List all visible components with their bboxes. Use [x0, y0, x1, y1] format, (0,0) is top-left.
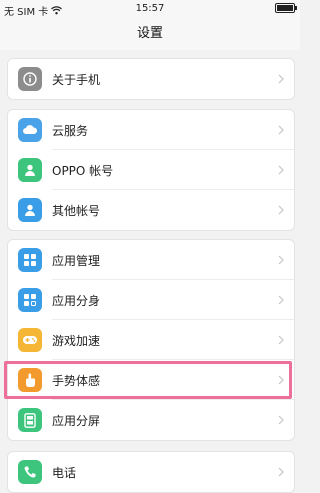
chevron-right-icon — [274, 467, 288, 477]
settings-item-label: 手势体感 — [52, 373, 101, 388]
app-management-icon — [18, 248, 42, 272]
phone-icon — [18, 460, 42, 484]
battery-icon — [275, 3, 297, 13]
nav-bar: 设置 — [0, 18, 300, 50]
account-icon — [18, 158, 42, 182]
settings-item-app-management[interactable]: 应用管理 — [8, 240, 294, 280]
info-icon — [18, 67, 42, 91]
settings-item-app-clone[interactable]: 应用分身 — [8, 280, 294, 320]
chevron-right-icon — [274, 255, 288, 265]
settings-item-other-accounts[interactable]: 其他帐号 — [8, 190, 294, 230]
cloud-icon — [18, 118, 42, 142]
settings-item-label: 应用分屏 — [52, 413, 101, 428]
chevron-right-icon — [274, 375, 288, 385]
settings-group-apps: 应用管理 应用分身 游戏加速 手势体感 应用分屏 — [7, 239, 295, 441]
settings-item-cloud-service[interactable]: 云服务 — [8, 110, 294, 150]
settings-item-label: 应用管理 — [52, 253, 101, 268]
settings-item-about-phone[interactable]: 关于手机 — [8, 59, 294, 99]
chevron-right-icon — [274, 165, 288, 175]
settings-item-split-screen[interactable]: 应用分屏 — [8, 400, 294, 440]
settings-item-label: 电话 — [52, 465, 77, 480]
settings-group-phone: 电话 — [7, 451, 295, 493]
settings-item-label: 云服务 — [52, 123, 89, 138]
gesture-icon — [18, 368, 42, 392]
settings-item-label: OPPO 帐号 — [52, 163, 114, 178]
chevron-right-icon — [274, 205, 288, 215]
settings-item-game-acceleration[interactable]: 游戏加速 — [8, 320, 294, 360]
settings-item-label: 游戏加速 — [52, 333, 101, 348]
settings-item-label: 其他帐号 — [52, 203, 101, 218]
chevron-right-icon — [274, 295, 288, 305]
settings-group-about: 关于手机 — [7, 58, 295, 100]
chevron-right-icon — [274, 74, 288, 84]
chevron-right-icon — [274, 335, 288, 345]
game-accel-icon — [18, 328, 42, 352]
settings-group-accounts: 云服务 OPPO 帐号 其他帐号 — [7, 109, 295, 231]
page-title: 设置 — [136, 26, 163, 41]
chevron-right-icon — [274, 125, 288, 135]
chevron-right-icon — [274, 415, 288, 425]
app-clone-icon — [18, 288, 42, 312]
settings-item-phone[interactable]: 电话 — [8, 452, 294, 492]
settings-item-label: 应用分身 — [52, 293, 101, 308]
settings-item-oppo-account[interactable]: OPPO 帐号 — [8, 150, 294, 190]
settings-item-label: 关于手机 — [52, 72, 101, 87]
other-account-icon — [18, 198, 42, 222]
settings-item-gesture-motion[interactable]: 手势体感 — [8, 360, 294, 400]
status-time: 15:57 — [135, 3, 165, 14]
split-screen-icon — [18, 408, 42, 432]
status-bar: 无 SIM 卡 15:57 — [0, 0, 300, 18]
